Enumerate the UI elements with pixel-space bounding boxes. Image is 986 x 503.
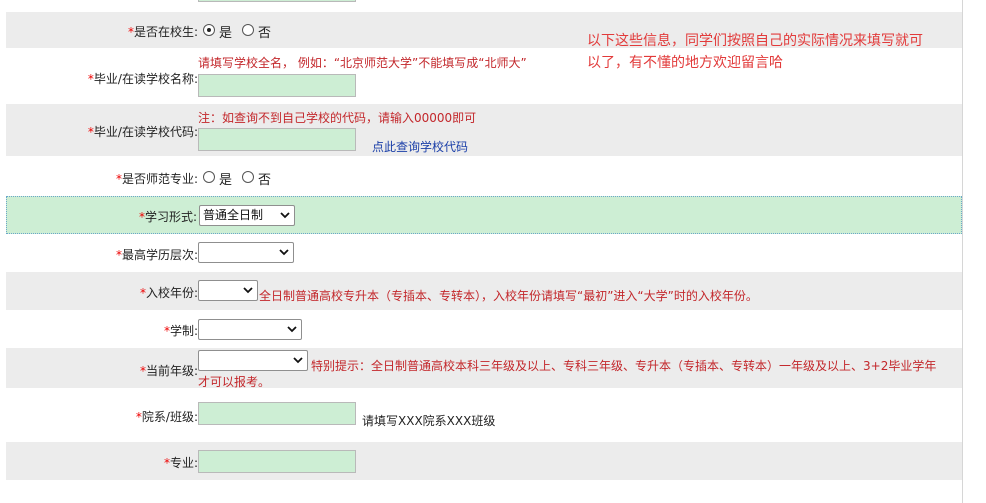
normal-major-yes-label: 是 xyxy=(219,173,233,188)
enroll-year-label: *入校年份: xyxy=(139,286,198,300)
school-code-input[interactable] xyxy=(198,128,356,151)
school-name-input[interactable] xyxy=(198,74,356,97)
normal-major-no-radio[interactable] xyxy=(242,171,254,183)
major-input[interactable] xyxy=(198,450,356,473)
row-normal-major: *是否师范专业: 是 否 xyxy=(6,156,962,196)
row-major: *专业: xyxy=(6,442,962,480)
in-school-yes-label: 是 xyxy=(219,26,233,41)
in-school-label: *是否在校生: xyxy=(127,25,198,39)
schooling-label: *学制: xyxy=(163,324,198,338)
school-code-label: *毕业/在读学校代码: xyxy=(87,125,198,139)
row-enroll-year: *入校年份: 全日制普通高校专升本（专插本、专转本），入校年份请填写“最初”进入… xyxy=(6,272,962,310)
chevron-down-icon xyxy=(243,287,253,294)
chevron-down-icon xyxy=(287,326,297,333)
query-school-code-link[interactable]: 点此查询学校代码 xyxy=(372,138,468,155)
row-current-grade: *当前年级: 特别提示：全日制普通高校本科三年级及以上、专科三年级、专升本（专插… xyxy=(6,348,962,389)
normal-major-no-label: 否 xyxy=(258,173,272,188)
chevron-down-icon xyxy=(280,212,290,219)
department-class-hint: 请填写XXX院系XXX班级 xyxy=(362,414,496,428)
current-grade-select[interactable] xyxy=(198,350,308,371)
highest-edu-select[interactable] xyxy=(198,242,294,263)
highest-edu-label: *最高学历层次: xyxy=(115,248,198,262)
school-name-label: *毕业/在读学校名称: xyxy=(87,72,198,86)
department-class-label: *院系/班级: xyxy=(135,410,198,424)
normal-major-label: *是否师范专业: xyxy=(115,172,198,186)
row-school-code: 注：如查询不到自己学校的代码，请输入00000即可 *毕业/在读学校代码: 点此… xyxy=(6,104,962,156)
current-grade-hint-line1: 特别提示：全日制普通高校本科三年级及以上、专科三年级、专升本（专插本、专转本）一… xyxy=(311,359,937,373)
overlay-annotation: 以下这些信息，同学们按照自己的实际情况来填写就可 以了，有不懂的地方欢迎留言哈 xyxy=(587,30,967,74)
department-class-input[interactable] xyxy=(198,402,356,425)
chevron-down-icon xyxy=(279,249,289,256)
in-school-no-radio[interactable] xyxy=(242,24,254,36)
previous-field-partial[interactable] xyxy=(198,0,356,2)
row-schooling: *学制: xyxy=(6,310,962,348)
overlay-line-1: 以下这些信息，同学们按照自己的实际情况来填写就可 xyxy=(587,33,923,49)
school-name-hint: 请填写学校全名， 例如：“北京师范大学”不能填写成“北师大” xyxy=(198,56,527,70)
in-school-yes-radio[interactable] xyxy=(203,24,215,36)
study-form-select[interactable]: 普通全日制 xyxy=(199,205,295,226)
row-study-form: *学习形式: 普通全日制 xyxy=(6,196,962,234)
enroll-year-select[interactable] xyxy=(198,280,258,301)
school-code-hint: 注：如查询不到自己学校的代码，请输入00000即可 xyxy=(198,111,477,125)
in-school-no-label: 否 xyxy=(258,26,272,41)
chevron-down-icon xyxy=(293,357,303,364)
row-highest-edu: *最高学历层次: xyxy=(6,234,962,272)
schooling-select[interactable] xyxy=(198,319,302,340)
major-label: *专业: xyxy=(163,456,198,470)
study-form-label: *学习形式: xyxy=(138,210,197,224)
enroll-year-hint: 全日制普通高校专升本（专插本、专转本），入校年份请填写“最初”进入“大学”时的入… xyxy=(259,289,758,303)
row-department-class: *院系/班级: 请填写XXX院系XXX班级 xyxy=(6,388,962,442)
current-grade-label: *当前年级: xyxy=(139,364,198,378)
normal-major-yes-radio[interactable] xyxy=(203,171,215,183)
overlay-line-2: 以了，有不懂的地方欢迎留言哈 xyxy=(587,55,783,71)
